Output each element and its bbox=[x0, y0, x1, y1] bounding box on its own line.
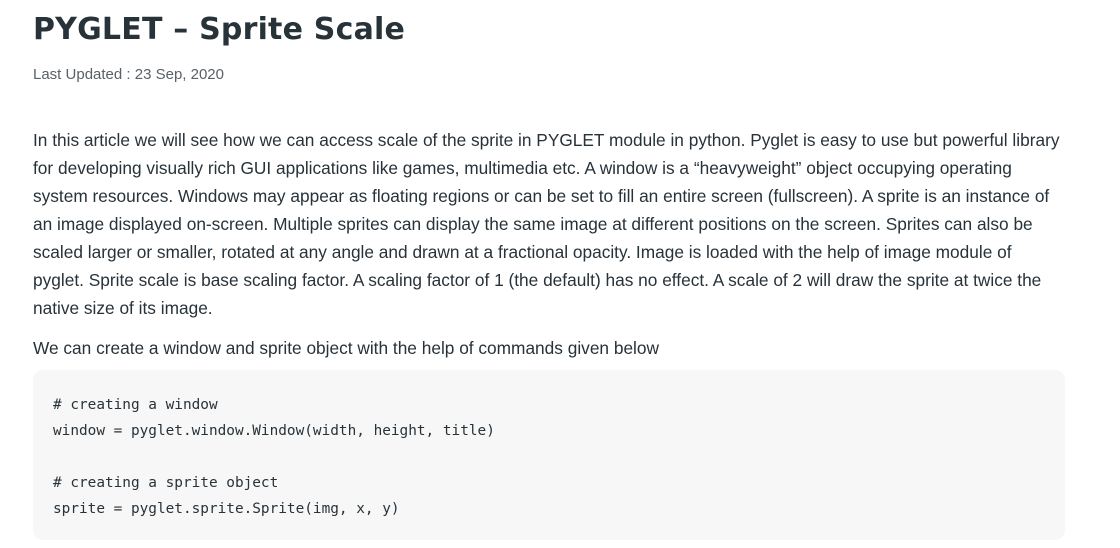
last-updated-date: 23 Sep, 2020 bbox=[134, 66, 224, 83]
article-title: PYGLET – Sprite Scale bbox=[33, 12, 406, 47]
code-lead-paragraph: We can create a window and sprite object… bbox=[33, 338, 659, 358]
last-updated: Last Updated : 23 Sep, 2020 bbox=[33, 66, 224, 83]
code-line: # creating a sprite object bbox=[53, 475, 279, 491]
code-line: # creating a window bbox=[53, 397, 218, 413]
last-updated-label: Last Updated : bbox=[33, 66, 131, 83]
code-line: sprite = pyglet.sprite.Sprite(img, x, y) bbox=[53, 501, 400, 517]
code-block[interactable]: # creating a window window = pyglet.wind… bbox=[33, 370, 1065, 540]
intro-paragraph: In this article we will see how we can a… bbox=[33, 130, 1060, 318]
code-line: window = pyglet.window.Window(width, hei… bbox=[53, 423, 495, 439]
